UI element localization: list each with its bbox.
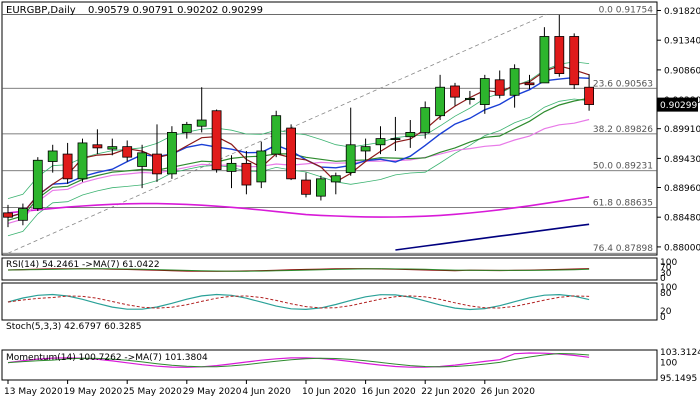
- candle-bearish: [62, 153, 73, 180]
- candle-bullish: [479, 78, 490, 105]
- candle-bearish: [211, 110, 222, 170]
- candle-bullish: [256, 150, 267, 183]
- candle-bearish: [3, 212, 13, 218]
- price-tick-label: 0.88960: [664, 184, 700, 194]
- price-tick-label: 0.88000: [664, 243, 700, 253]
- candle-bearish: [584, 86, 594, 105]
- candle-bearish: [241, 162, 252, 186]
- candle-bullish: [330, 175, 341, 183]
- fib-level-label: 50.0 0.89231: [593, 162, 653, 172]
- momentum-axis-label: 95.1495: [660, 374, 697, 384]
- candle-bearish: [286, 127, 297, 180]
- date-tick-label: 19 May 2020: [64, 387, 123, 397]
- stoch-panel-frame: [1, 282, 658, 321]
- chart-symbol: EURGBP,Daily: [6, 5, 76, 16]
- candle-bearish: [524, 82, 535, 86]
- candle-bullish: [315, 178, 326, 197]
- candle-bullish: [77, 142, 88, 180]
- fib-level-label: 23.6 0.90563: [593, 79, 653, 89]
- candle-bullish: [390, 138, 401, 140]
- price-tick-label: 0.90860: [664, 66, 700, 76]
- momentum-title: Momentum(14) 100.7262 ->MA(7) 101.3804: [6, 353, 208, 363]
- candle-bearish: [554, 36, 565, 75]
- price-tick-label: 0.89910: [664, 125, 700, 135]
- candle-bullish: [196, 119, 207, 127]
- price-tick-label: 0.89430: [664, 155, 700, 165]
- candle-bullish: [420, 107, 431, 133]
- candle-bullish: [360, 146, 371, 152]
- date-tick-label: 29 May 2020: [183, 387, 242, 397]
- candle-bullish: [137, 152, 148, 167]
- stoch-axis-label: 80: [660, 289, 672, 299]
- stoch-title: Stoch(5,3,3) 42.6797 60.3285: [6, 322, 141, 332]
- candle-bullish: [345, 144, 356, 174]
- candle-bullish: [47, 150, 58, 162]
- chart-canvas: 0.918200.913400.908600.903800.899100.894…: [1, 1, 700, 397]
- candle-bearish: [301, 179, 311, 195]
- candle-bullish: [405, 132, 416, 138]
- candle-bearish: [450, 85, 460, 98]
- date-tick-label: 22 Jun 2020: [421, 387, 475, 397]
- candle-bearish: [122, 146, 133, 158]
- candle-bullish: [32, 159, 43, 209]
- chart-ohlc: 0.90579 0.90791 0.90202 0.90299: [88, 5, 263, 16]
- date-tick-label: 4 Jun 2020: [242, 387, 291, 397]
- price-tick-label: 0.91820: [664, 7, 700, 17]
- date-tick-label: 10 Jun 2020: [302, 387, 356, 397]
- candle-bearish: [152, 153, 162, 175]
- fib-level-label: 38.2 0.89826: [593, 125, 653, 135]
- stoch-axis-label: 0: [660, 313, 666, 323]
- fib-level-label: 61.8 0.88635: [593, 199, 653, 209]
- date-tick-label: 25 May 2020: [123, 387, 182, 397]
- candle-bullish: [435, 86, 446, 117]
- date-tick-label: 13 May 2020: [4, 387, 63, 397]
- momentum-axis-label: 103.3124: [660, 348, 700, 358]
- candle-bullish: [375, 138, 386, 146]
- fib-level-label: 76.4 0.87898: [593, 244, 653, 254]
- last-price-label: 0.90299: [660, 101, 697, 111]
- candle-bullish: [107, 146, 118, 150]
- candle-bullish: [166, 132, 177, 175]
- date-tick-label: 16 Jun 2020: [362, 387, 416, 397]
- candle-bullish: [226, 162, 237, 172]
- candle-bearish: [494, 79, 505, 96]
- fib-level-label: 0.0 0.91754: [599, 6, 654, 16]
- candle-bullish: [181, 123, 192, 133]
- candle-bullish: [464, 97, 475, 101]
- candle-bullish: [539, 36, 550, 84]
- candle-bearish: [92, 144, 103, 149]
- date-tick-label: 26 Jun 2020: [481, 387, 535, 397]
- momentum-axis-label: 100: [660, 359, 677, 369]
- candle-bullish: [271, 115, 282, 155]
- candle-bearish: [569, 36, 580, 86]
- price-tick-label: 0.88480: [664, 214, 700, 224]
- price-tick-label: 0.91340: [664, 37, 700, 47]
- candle-bullish: [509, 68, 520, 96]
- rsi-title: RSI(14) 54.2461 ->MA(7) 61.0422: [6, 260, 160, 270]
- candle-bullish: [17, 208, 28, 221]
